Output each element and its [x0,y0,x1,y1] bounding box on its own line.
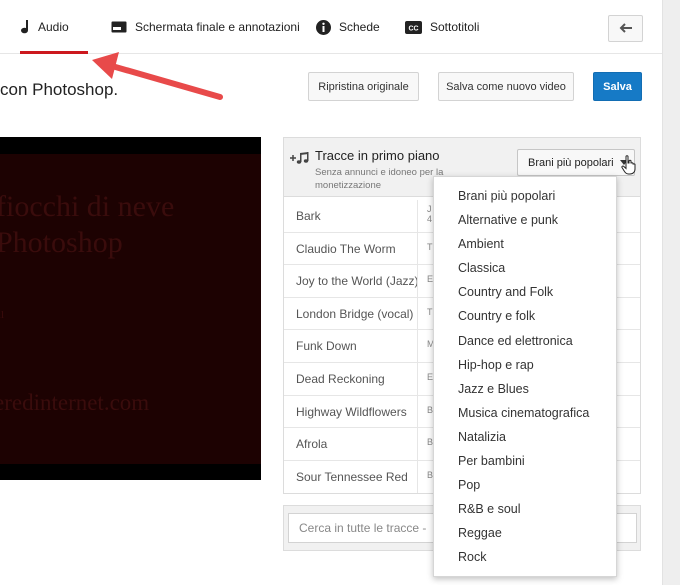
genre-dropdown-button[interactable]: Brani più popolari [517,149,635,176]
tab-bar: Audio Schermata finale e annotazioni Sch… [0,0,662,54]
info-icon [316,19,331,35]
tab-audio[interactable]: Audio [20,0,88,54]
tab-subtitles[interactable]: CC Sottotitoli [405,0,479,54]
track-name: Claudio The Worm [296,241,396,256]
video-frame: fiocchi di neve Photoshop ll eredinterne… [0,154,261,464]
menu-item-genre[interactable]: Hip-hop e rap [434,353,616,377]
video-text-line-4: eredinternet.com [0,390,150,415]
track-artist: J 4 [427,204,433,224]
page-scrollbar[interactable] [662,0,680,585]
menu-item-genre[interactable]: Dance ed elettronica [434,329,616,353]
video-preview[interactable]: fiocchi di neve Photoshop ll eredinterne… [0,137,261,480]
menu-item-genre[interactable]: Reggae [434,521,616,545]
menu-item-genre[interactable]: Jazz e Blues [434,377,616,401]
video-text-line-1: fiocchi di neve [0,190,175,223]
tab-end-screen[interactable]: Schermata finale e annotazioni [111,0,300,54]
menu-item-genre[interactable]: Ambient [434,232,616,256]
save-button[interactable]: Salva [593,72,642,101]
genre-dropdown-label: Brani più popolari [528,156,614,169]
menu-item-genre[interactable]: Per bambini [434,449,616,473]
menu-item-genre[interactable]: Classica [434,256,616,280]
add-music-icon [289,151,311,170]
tab-subtitles-label: Sottotitoli [430,20,480,34]
genre-dropdown-menu: Brani più popolari Alternative e punk Am… [433,176,617,577]
video-title: con Photoshop. [0,80,119,99]
menu-item-genre[interactable]: Brani più popolari [434,184,616,208]
tab-audio-label: Audio [38,20,69,34]
end-screen-icon [111,21,127,33]
svg-text:CC: CC [408,25,418,32]
tab-cards[interactable]: Schede [316,0,380,54]
track-name: Bark [296,209,321,223]
menu-item-genre[interactable]: Rock [434,545,616,569]
panel-title: Tracce in primo piano [315,148,440,163]
track-name: Sour Tennessee Red [296,469,408,484]
menu-item-genre[interactable]: Natalizia [434,425,616,449]
track-artist: T [427,306,433,317]
track-name: London Bridge (vocal) [296,306,414,321]
menu-item-genre[interactable]: Alternative e punk [434,208,616,232]
tab-end-screen-label: Schermata finale e annotazioni [135,20,300,34]
save-as-new-video-button[interactable]: Salva come nuovo video [438,72,574,101]
video-text-line-3: ll [0,309,5,321]
menu-item-genre[interactable]: Country and Folk [434,280,616,304]
back-arrow-icon [619,20,633,38]
track-name: Highway Wildflowers [296,404,407,419]
hand-cursor-icon [621,155,637,180]
menu-item-genre[interactable]: Musica cinematografica [434,401,616,425]
page: Audio Schermata finale e annotazioni Sch… [0,0,662,585]
menu-item-genre[interactable]: Pop [434,473,616,497]
menu-item-genre[interactable]: R&B e soul [434,497,616,521]
music-note-icon [20,20,30,34]
track-name: Dead Reckoning [296,371,385,386]
tab-cards-label: Schede [339,20,380,34]
cc-icon: CC [405,20,422,34]
video-text-line-2: Photoshop [0,226,123,259]
restore-original-button[interactable]: Ripristina originale [308,72,419,101]
menu-item-genre[interactable]: Country e folk [434,304,616,328]
track-artist: T [427,241,433,252]
track-name: Afrola [296,437,328,452]
back-button[interactable] [608,15,643,42]
track-name: Funk Down [296,339,357,354]
track-name: Joy to the World (Jazz) [296,274,419,289]
